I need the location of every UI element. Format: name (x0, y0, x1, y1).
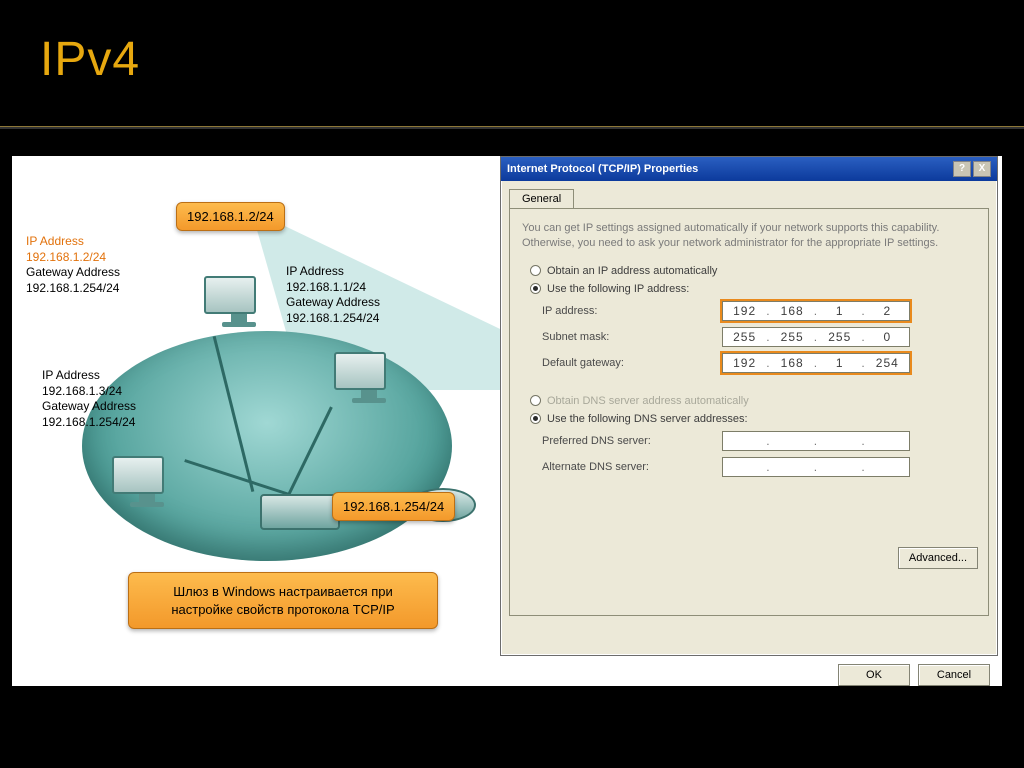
radio-label: Use the following IP address: (547, 283, 689, 295)
value: 192.168.1.1/24 (286, 280, 366, 294)
value: 192.168.1.3/24 (42, 384, 122, 398)
tab-strip: General (509, 189, 989, 208)
label: Gateway Address (42, 399, 136, 413)
value: 192.168.1.2/24 (26, 250, 106, 264)
row-preferred-dns: Preferred DNS server: . . . (542, 431, 976, 451)
value: 192.168.1.254/24 (42, 415, 135, 429)
row-ip-address: IP address: 192. 168. 1. 2 (542, 301, 976, 321)
host-info: IP Address 192.168.1.2/24 Gateway Addres… (26, 234, 120, 296)
label: IP Address (42, 368, 100, 382)
content-area: IP Address 192.168.1.2/24 Gateway Addres… (12, 156, 1002, 686)
pc-icon (112, 456, 182, 516)
radio-auto-dns: Obtain DNS server address automatically (530, 395, 976, 407)
ok-button[interactable]: OK (838, 664, 910, 686)
titlebar[interactable]: Internet Protocol (TCP/IP) Properties ? … (501, 157, 997, 181)
preferred-dns-field[interactable]: . . . (722, 431, 910, 451)
value: 192.168.1.254/24 (286, 311, 379, 325)
alternate-dns-field[interactable]: . . . (722, 457, 910, 477)
description-text: You can get IP settings assigned automat… (522, 221, 976, 251)
switch-icon (260, 494, 340, 530)
label: Gateway Address (286, 295, 380, 309)
pc-icon (204, 276, 274, 336)
cancel-button[interactable]: Cancel (918, 664, 990, 686)
close-button[interactable]: X (973, 161, 991, 177)
radio-manual-ip[interactable]: Use the following IP address: (530, 283, 976, 295)
host-info: IP Address 192.168.1.1/24 Gateway Addres… (286, 264, 380, 326)
gateway-note: Шлюз в Windows настраивается при настрой… (128, 572, 438, 629)
divider (0, 126, 1024, 129)
label: IP Address (26, 234, 84, 248)
advanced-button[interactable]: Advanced... (898, 547, 978, 569)
label: Gateway Address (26, 265, 120, 279)
row-alternate-dns: Alternate DNS server: . . . (542, 457, 976, 477)
radio-icon (530, 283, 541, 294)
field-label: Preferred DNS server: (542, 435, 722, 447)
help-button[interactable]: ? (953, 161, 971, 177)
pc-icon (334, 352, 404, 412)
radio-icon (530, 395, 541, 406)
radio-label: Obtain an IP address automatically (547, 265, 717, 277)
network-diagram: IP Address 192.168.1.2/24 Gateway Addres… (12, 156, 502, 686)
value: 192.168.1.254/24 (26, 281, 119, 295)
dialog-title: Internet Protocol (TCP/IP) Properties (507, 163, 698, 175)
radio-auto-ip[interactable]: Obtain an IP address automatically (530, 265, 976, 277)
ip-address-field[interactable]: 192. 168. 1. 2 (722, 301, 910, 321)
radio-manual-dns[interactable]: Use the following DNS server addresses: (530, 413, 976, 425)
window-buttons: ? X (953, 161, 991, 177)
field-label: Default gateway: (542, 357, 722, 369)
field-label: Subnet mask: (542, 331, 722, 343)
subnet-mask-field[interactable]: 255. 255. 255. 0 (722, 327, 910, 347)
radio-label: Obtain DNS server address automatically (547, 395, 749, 407)
panel-general: You can get IP settings assigned automat… (509, 208, 989, 616)
field-label: Alternate DNS server: (542, 461, 722, 473)
slide: IPv4 IP Address 192.168.1.2/24 Gateway A… (0, 0, 1024, 768)
callout-router-ip: 192.168.1.254/24 (332, 492, 455, 521)
row-subnet-mask: Subnet mask: 255. 255. 255. 0 (542, 327, 976, 347)
radio-icon (530, 265, 541, 276)
host-info: IP Address 192.168.1.3/24 Gateway Addres… (42, 368, 136, 430)
slide-title: IPv4 (40, 32, 140, 87)
row-default-gateway: Default gateway: 192. 168. 1. 254 (542, 353, 976, 373)
callout-pc1-ip: 192.168.1.2/24 (176, 202, 285, 231)
label: IP Address (286, 264, 344, 278)
field-label: IP address: (542, 305, 722, 317)
dialog-footer-buttons: OK Cancel (500, 664, 998, 686)
radio-icon (530, 413, 541, 424)
radio-label: Use the following DNS server addresses: (547, 413, 748, 425)
tcpip-properties-dialog: Internet Protocol (TCP/IP) Properties ? … (500, 156, 998, 656)
default-gateway-field[interactable]: 192. 168. 1. 254 (722, 353, 910, 373)
tab-general[interactable]: General (509, 189, 574, 208)
